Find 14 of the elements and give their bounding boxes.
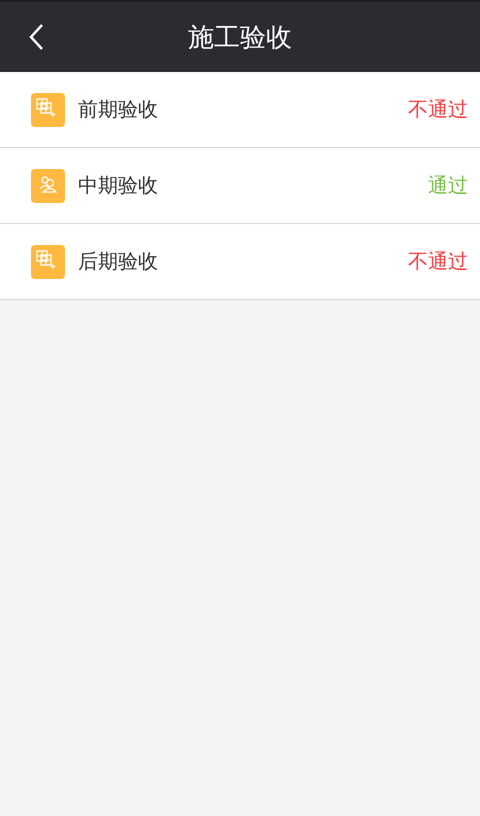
list-item[interactable]: 前期验收 不通过: [0, 72, 480, 148]
item-label: 后期验收: [78, 248, 159, 275]
people-icon: [31, 168, 65, 202]
grid-icon: [31, 92, 65, 126]
status-text: 不通过: [408, 248, 468, 275]
list-item[interactable]: 中期验收 通过: [0, 148, 480, 224]
item-label: 中期验收: [78, 172, 159, 199]
back-icon[interactable]: [28, 23, 44, 51]
grid-icon: [31, 244, 65, 278]
item-label: 前期验收: [78, 96, 159, 123]
list-item[interactable]: 后期验收 不通过: [0, 224, 480, 300]
page-title: 施工验收: [188, 22, 292, 54]
status-text: 不通过: [408, 96, 468, 123]
status-text: 通过: [428, 172, 468, 199]
